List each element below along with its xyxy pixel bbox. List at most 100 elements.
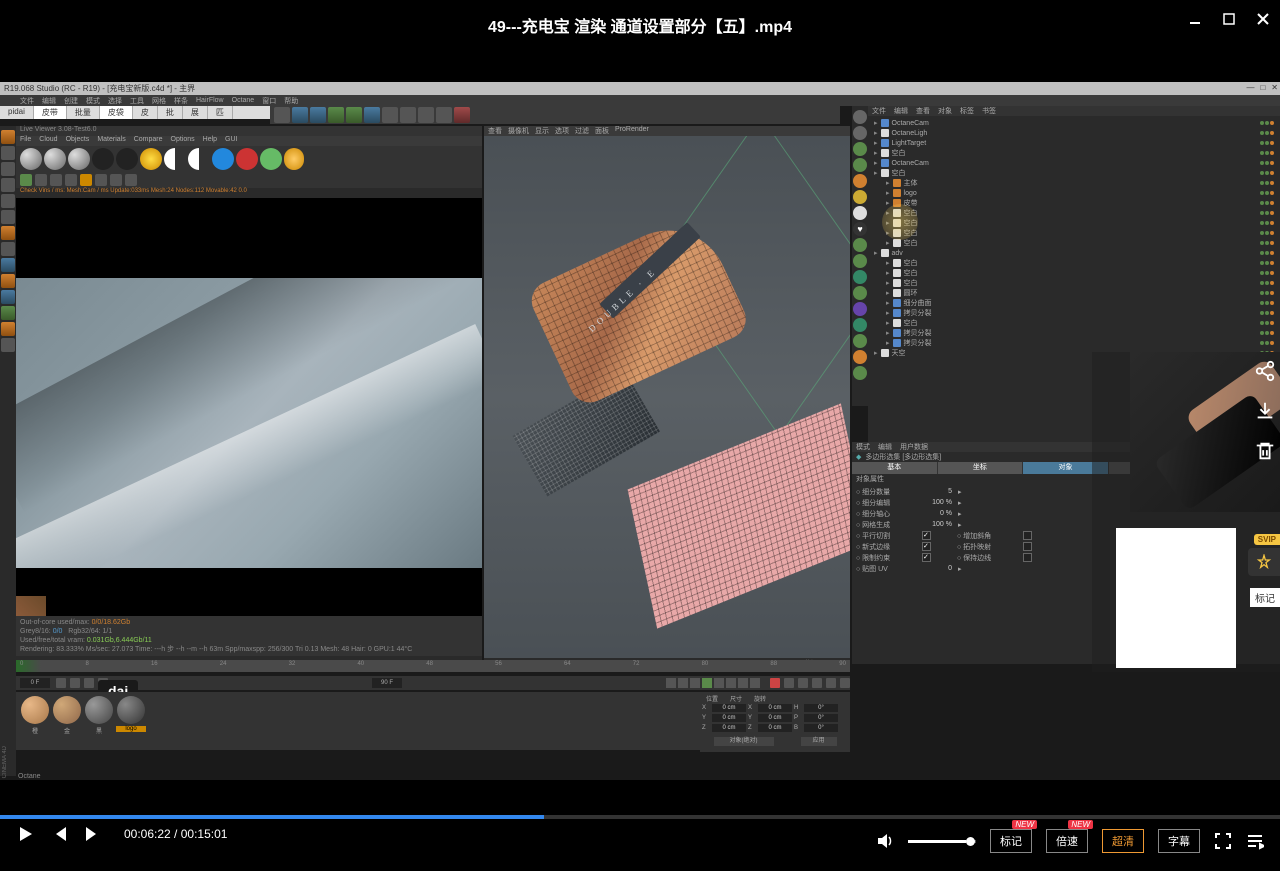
pause-icon[interactable] [116, 148, 138, 170]
object-tree-item[interactable]: ▸logo [870, 188, 1278, 198]
progress-bar[interactable] [0, 815, 1280, 819]
vp-menu-item[interactable]: 摄像机 [508, 126, 529, 136]
vp-menu-item[interactable]: 过滤 [575, 126, 589, 136]
object-tree-item[interactable]: ▸OctaneCam [870, 158, 1278, 168]
lv-menu-item[interactable]: GUI [225, 136, 237, 146]
lv-menu-item[interactable]: Options [171, 136, 195, 146]
tool-icon[interactable] [853, 286, 867, 300]
timeline[interactable]: 081624324048566472808890 [16, 660, 850, 672]
volume-icon[interactable] [876, 832, 894, 850]
object-tree-item[interactable]: ▸拷贝分裂 [870, 338, 1278, 348]
stop-icon[interactable] [92, 148, 114, 170]
lv-menu-item[interactable]: Objects [66, 136, 90, 146]
tool-icon[interactable] [853, 126, 867, 140]
material-thumb[interactable]: logo [116, 696, 146, 746]
record-icon[interactable] [770, 678, 780, 688]
blue-icon[interactable] [212, 148, 234, 170]
object-tree-item[interactable]: ▸空白 [870, 258, 1278, 268]
contrast-icon[interactable] [188, 148, 210, 170]
goto-end-icon[interactable] [738, 678, 748, 688]
tool-icon[interactable] [853, 270, 867, 284]
tab[interactable]: 皮 [133, 106, 158, 119]
prev-frame-icon[interactable] [690, 678, 700, 688]
lv-menu-item[interactable]: File [20, 136, 31, 146]
object-tree-item[interactable]: ▸拷贝分裂 [870, 308, 1278, 318]
menu-item[interactable]: Octane [232, 97, 255, 104]
am-menu-item[interactable]: 模式 [856, 442, 870, 452]
heart-icon[interactable]: ♥ [853, 222, 867, 236]
tool-icon[interactable] [274, 107, 290, 123]
poly-icon[interactable] [1, 306, 15, 320]
cube-icon[interactable] [292, 107, 308, 123]
close-icon[interactable] [1256, 12, 1270, 26]
heart-icon[interactable] [853, 206, 867, 220]
object-tree[interactable]: ▸OctaneCam▸OctaneLigh▸LightTarget▸空白▸Oct… [868, 116, 1280, 360]
tool-icon[interactable] [853, 174, 867, 188]
quality-button[interactable]: 超清 [1102, 829, 1144, 853]
tab[interactable]: 皮带 [34, 106, 67, 119]
object-tree-item[interactable]: ▸adv [870, 248, 1278, 258]
render-preview[interactable] [16, 278, 482, 568]
tab[interactable]: 展 [183, 106, 208, 119]
apply-button[interactable]: 应用 [801, 737, 837, 746]
checkbox[interactable] [1023, 531, 1032, 540]
lv-menu-item[interactable]: Compare [134, 136, 163, 146]
sphere-icon[interactable] [44, 148, 66, 170]
camera-icon[interactable] [236, 148, 258, 170]
menu-item[interactable]: 模式 [86, 96, 100, 106]
rotate-icon[interactable] [1, 162, 15, 176]
tool-icon[interactable] [826, 678, 836, 688]
goto-start-icon[interactable] [666, 678, 676, 688]
coords-dropdown[interactable]: 对象(绝对) [714, 737, 774, 746]
coord-input[interactable]: 0 cm [758, 704, 792, 712]
sphere-icon[interactable] [20, 148, 42, 170]
render-icon[interactable] [454, 107, 470, 123]
target-icon[interactable] [110, 174, 122, 186]
object-tree-item[interactable]: ▸主体 [870, 178, 1278, 188]
menu-item[interactable]: 选择 [108, 96, 122, 106]
c4d-maximize-icon[interactable]: □ [1260, 83, 1265, 92]
object-tree-item[interactable]: ▸空白 [870, 238, 1278, 248]
maximize-icon[interactable] [1222, 12, 1236, 26]
tool-icon[interactable] [853, 334, 867, 348]
om-menu-item[interactable]: 文件 [872, 106, 886, 116]
vp-menu-item[interactable]: 显示 [535, 126, 549, 136]
mark-button[interactable]: 标记 NEW [990, 829, 1032, 853]
fullscreen-icon[interactable] [1214, 832, 1232, 850]
tool-icon[interactable] [95, 174, 107, 186]
menu-item[interactable]: 编辑 [42, 96, 56, 106]
om-menu-item[interactable]: 书签 [982, 106, 996, 116]
tab[interactable]: 皮袋 [100, 106, 133, 119]
arrow-icon[interactable] [284, 148, 304, 170]
menu-item[interactable]: 窗口 [262, 96, 276, 106]
share-icon[interactable] [1254, 360, 1276, 382]
tool-icon[interactable] [853, 350, 867, 364]
axis-icon[interactable] [1, 226, 15, 240]
coord-input[interactable]: 0° [804, 704, 838, 712]
object-tree-item[interactable]: ▸圆环 [870, 288, 1278, 298]
play-icon[interactable] [16, 825, 34, 843]
om-menu-item[interactable]: 编辑 [894, 106, 908, 116]
vp-menu-item[interactable]: 选项 [555, 126, 569, 136]
move-icon[interactable] [1, 130, 15, 144]
coord-input[interactable]: 0 cm [712, 714, 746, 722]
tool-icon[interactable] [840, 678, 850, 688]
tool-icon[interactable] [853, 318, 867, 332]
next-frame-icon[interactable] [714, 678, 724, 688]
prev-icon[interactable] [50, 825, 68, 843]
vp-menu-item[interactable]: 查看 [488, 126, 502, 136]
object-tree-item[interactable]: ▸皮带 [870, 198, 1278, 208]
key-icon[interactable] [70, 678, 80, 688]
object-tree-item[interactable]: ▸OctaneCam [870, 118, 1278, 128]
playlist-icon[interactable] [1246, 832, 1264, 850]
env-icon[interactable] [364, 107, 380, 123]
menu-item[interactable]: HairFlow [196, 97, 224, 104]
c4d-minimize-icon[interactable]: — [1246, 83, 1254, 92]
contrast-icon[interactable] [164, 148, 186, 170]
dollar-icon[interactable] [853, 190, 867, 204]
coord-input[interactable]: 0° [804, 724, 838, 732]
play-icon[interactable] [702, 678, 712, 688]
tool-icon[interactable] [812, 678, 822, 688]
menu-item[interactable]: 创建 [64, 96, 78, 106]
scale-icon[interactable] [1, 146, 15, 160]
